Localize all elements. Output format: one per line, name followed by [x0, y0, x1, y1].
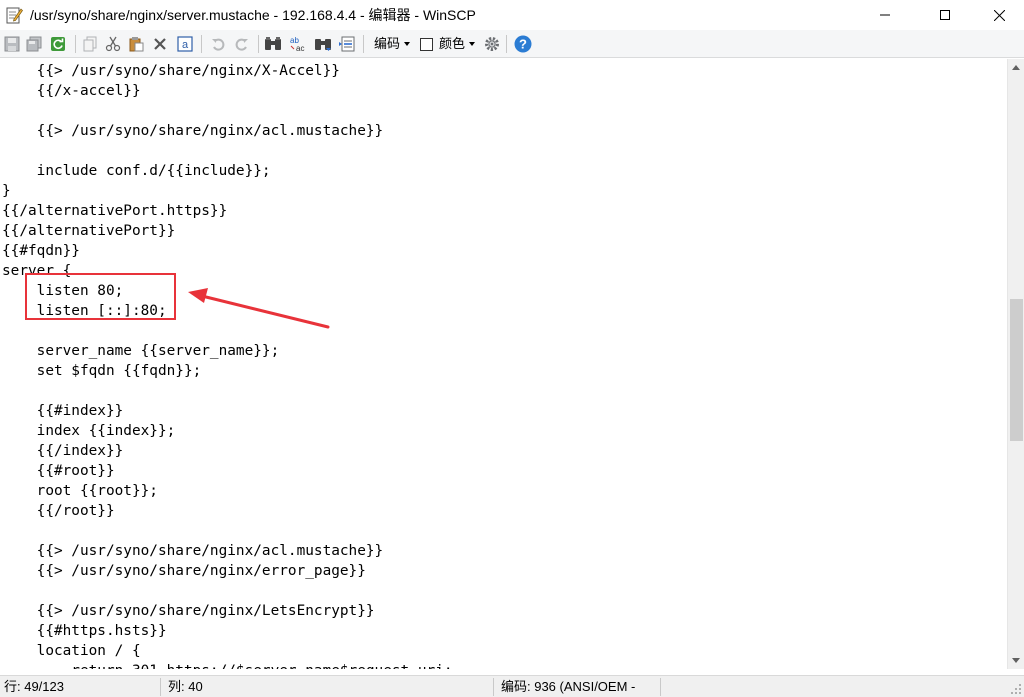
code-line[interactable]: listen 80;	[2, 281, 124, 301]
encoding-menu[interactable]: 编码	[374, 35, 411, 53]
save-all-icon	[26, 36, 42, 52]
code-line[interactable]: location / {	[2, 641, 141, 661]
encoding-menu-label: 编码	[374, 36, 401, 51]
help-icon: ?	[514, 35, 532, 53]
save-icon	[4, 36, 20, 52]
redo-button[interactable]	[232, 34, 252, 54]
replace-icon: abac	[290, 36, 304, 53]
find-icon	[265, 37, 281, 50]
color-checkbox[interactable]	[420, 38, 433, 51]
copy-button[interactable]	[80, 34, 100, 54]
chevron-down-icon	[469, 42, 476, 46]
code-line[interactable]: server_name {{server_name}};	[2, 341, 280, 361]
svg-text:ac: ac	[296, 44, 304, 53]
save-button[interactable]	[2, 34, 22, 54]
undo-icon	[212, 38, 225, 51]
code-line[interactable]: {{/alternativePort}}	[2, 221, 175, 241]
code-line[interactable]: {{> /usr/syno/share/nginx/acl.mustache}}	[2, 121, 384, 141]
code-line[interactable]: {{> /usr/syno/share/nginx/acl.mustache}}	[2, 541, 384, 561]
text-editor[interactable]: {{> /usr/syno/share/nginx/X-Accel}} {{/x…	[0, 59, 1007, 669]
select-all-button[interactable]: a	[175, 34, 195, 54]
status-encoding: 编码: 936 (ANSI/OEM -	[501, 679, 636, 694]
code-line[interactable]: root {{root}};	[2, 481, 158, 501]
code-line[interactable]: listen [::]:80;	[2, 301, 167, 321]
scrollbar-thumb[interactable]	[1010, 299, 1023, 441]
code-line[interactable]: {{> /usr/syno/share/nginx/LetsEncrypt}}	[2, 601, 375, 621]
editor-app-icon	[6, 6, 23, 24]
redo-icon	[235, 38, 248, 51]
title-bar: /usr/syno/share/nginx/server.mustache - …	[0, 0, 1024, 30]
cut-button[interactable]	[103, 34, 123, 54]
undo-button[interactable]	[208, 34, 228, 54]
paste-icon	[129, 37, 144, 52]
window-title: /usr/syno/share/nginx/server.mustache - …	[30, 7, 476, 23]
close-button[interactable]	[976, 0, 1022, 30]
code-line[interactable]: {{#index}}	[2, 401, 124, 421]
color-menu[interactable]: 颜色	[439, 35, 476, 53]
svg-text:a: a	[182, 39, 189, 51]
code-line[interactable]: {{/x-accel}}	[2, 81, 141, 101]
resize-grip-icon[interactable]	[1010, 683, 1022, 695]
code-line[interactable]: {{#https.hsts}}	[2, 621, 167, 641]
vertical-scrollbar[interactable]	[1007, 59, 1024, 669]
go-to-line-button[interactable]	[337, 34, 357, 54]
preferences-button[interactable]	[482, 34, 502, 54]
code-line[interactable]: set $fqdn {{fqdn}};	[2, 361, 202, 381]
code-line[interactable]: {{> /usr/syno/share/nginx/X-Accel}}	[2, 61, 340, 81]
code-line[interactable]: {{/index}}	[2, 441, 124, 461]
code-line[interactable]: {{> /usr/syno/share/nginx/error_page}}	[2, 561, 366, 581]
toolbar: a ab ac 编码 颜色 ?	[0, 30, 1024, 58]
code-line[interactable]: {{#root}}	[2, 461, 115, 481]
svg-text:?: ?	[519, 37, 527, 52]
code-line[interactable]: return 301 https://$server_name$request_…	[2, 661, 452, 669]
copy-icon	[83, 36, 97, 52]
replace-button[interactable]: ab ac	[288, 34, 308, 54]
refresh-icon	[51, 37, 65, 51]
code-line[interactable]: index {{index}};	[2, 421, 176, 441]
scroll-down-arrow-icon[interactable]	[1008, 652, 1024, 669]
select-all-icon: a	[177, 36, 193, 52]
code-line[interactable]: {{/root}}	[2, 501, 115, 521]
maximize-button[interactable]	[922, 0, 968, 30]
save-all-button[interactable]	[24, 34, 44, 54]
color-menu-label: 颜色	[439, 36, 466, 51]
code-line[interactable]: {{/alternativePort.https}}	[2, 201, 227, 221]
code-line[interactable]: {{#fqdn}}	[2, 241, 80, 261]
gear-icon	[485, 37, 499, 51]
find-next-button[interactable]	[313, 34, 333, 54]
go-to-line-icon	[339, 36, 355, 52]
paste-button[interactable]	[126, 34, 146, 54]
delete-button[interactable]	[150, 34, 170, 54]
code-line[interactable]: }	[2, 181, 11, 201]
scroll-up-arrow-icon[interactable]	[1008, 59, 1024, 76]
code-line[interactable]: include conf.d/{{include}};	[2, 161, 271, 181]
status-bar: 行: 49/123 列: 40 编码: 936 (ANSI/OEM -	[0, 675, 1024, 697]
find-next-icon	[315, 39, 331, 51]
status-column-position: 列: 40	[168, 679, 203, 694]
help-button[interactable]: ?	[513, 34, 533, 54]
cut-icon	[105, 36, 121, 52]
reload-button[interactable]	[48, 34, 68, 54]
delete-icon	[154, 38, 166, 50]
minimize-button[interactable]	[862, 0, 908, 30]
code-line[interactable]: server {	[2, 261, 71, 281]
find-button[interactable]	[263, 34, 283, 54]
chevron-down-icon	[404, 42, 411, 46]
status-line-position: 行: 49/123	[4, 679, 64, 694]
